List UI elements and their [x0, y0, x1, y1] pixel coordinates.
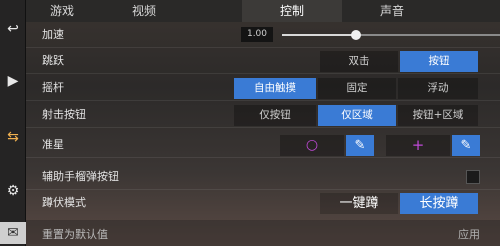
cross-crosshair-icon[interactable]: +: [386, 135, 450, 156]
jump-label: 跳跃: [42, 54, 64, 67]
swap-arrows-icon[interactable]: ⇆: [0, 122, 26, 152]
crouch-label: 蹲伏模式: [42, 196, 86, 209]
reset-defaults-button[interactable]: 重置为默认值: [42, 226, 108, 242]
jump-row: 跳跃 双击 按钮: [26, 48, 500, 74]
joystick-row: 摇杆 自由触摸 固定 浮动: [26, 75, 500, 101]
tab-controls[interactable]: 控制: [242, 0, 342, 22]
circle-crosshair-icon[interactable]: ○: [280, 135, 344, 156]
joystick-option-floating[interactable]: 浮动: [398, 78, 478, 99]
sidebar: ↩ ▶ ⇆ ⚙ ✉: [0, 0, 26, 246]
tab-game[interactable]: 游戏: [26, 0, 98, 22]
tab-video[interactable]: 视频: [98, 0, 190, 22]
pencil-icon[interactable]: ✎: [452, 135, 480, 156]
footer-bar: 重置为默认值 应用: [26, 220, 500, 246]
jump-option-button[interactable]: 按钮: [400, 51, 478, 72]
grenade-label: 辅助手榴弹按钮: [42, 170, 119, 183]
mail-icon[interactable]: ✉: [0, 222, 26, 244]
play-icon[interactable]: ▶: [0, 66, 26, 96]
tab-bar: 游戏 视频 控制 声音: [26, 0, 500, 22]
crouch-option-tap[interactable]: 一键蹲: [320, 193, 398, 214]
shoot-label: 射击按钮: [42, 108, 86, 121]
speed-slider-handle[interactable]: [350, 30, 361, 40]
jump-option-double-tap[interactable]: 双击: [320, 51, 398, 72]
shoot-option-area-only[interactable]: 仅区域: [318, 105, 396, 126]
speed-slider-fill: [282, 34, 356, 36]
shoot-row: 射击按钮 仅按钮 仅区域 按钮+区域: [26, 102, 500, 128]
apply-button[interactable]: 应用: [458, 226, 480, 242]
joystick-label: 摇杆: [42, 81, 64, 94]
pencil-icon[interactable]: ✎: [346, 135, 374, 156]
crosshair-row: 准星 ○ ✎ + ✎: [26, 132, 500, 158]
shoot-option-button-only[interactable]: 仅按钮: [234, 105, 316, 126]
speed-value: 1.00: [241, 27, 273, 42]
joystick-option-fixed[interactable]: 固定: [318, 78, 396, 99]
shoot-option-button-and-area[interactable]: 按钮+区域: [398, 105, 478, 126]
joystick-option-free-touch[interactable]: 自由触摸: [234, 78, 316, 99]
crosshair-label: 准星: [42, 138, 64, 151]
tab-sound[interactable]: 声音: [342, 0, 442, 22]
speed-label: 加速: [42, 28, 64, 41]
grenade-checkbox[interactable]: [466, 170, 480, 184]
grenade-row: 辅助手榴弹按钮: [26, 164, 500, 190]
crouch-row: 蹲伏模式 一键蹲 长按蹲: [26, 190, 500, 216]
speed-slider[interactable]: [282, 30, 500, 40]
speed-row: 加速 1.00: [26, 22, 500, 48]
back-arrow-icon[interactable]: ↩: [0, 14, 26, 44]
controls-panel: 加速 1.00 跳跃 双击 按钮 摇杆 自由触摸 固定 浮动 射击按钮 仅按钮 …: [26, 22, 500, 246]
crouch-option-hold[interactable]: 长按蹲: [400, 193, 478, 214]
gear-icon[interactable]: ⚙: [0, 176, 26, 206]
